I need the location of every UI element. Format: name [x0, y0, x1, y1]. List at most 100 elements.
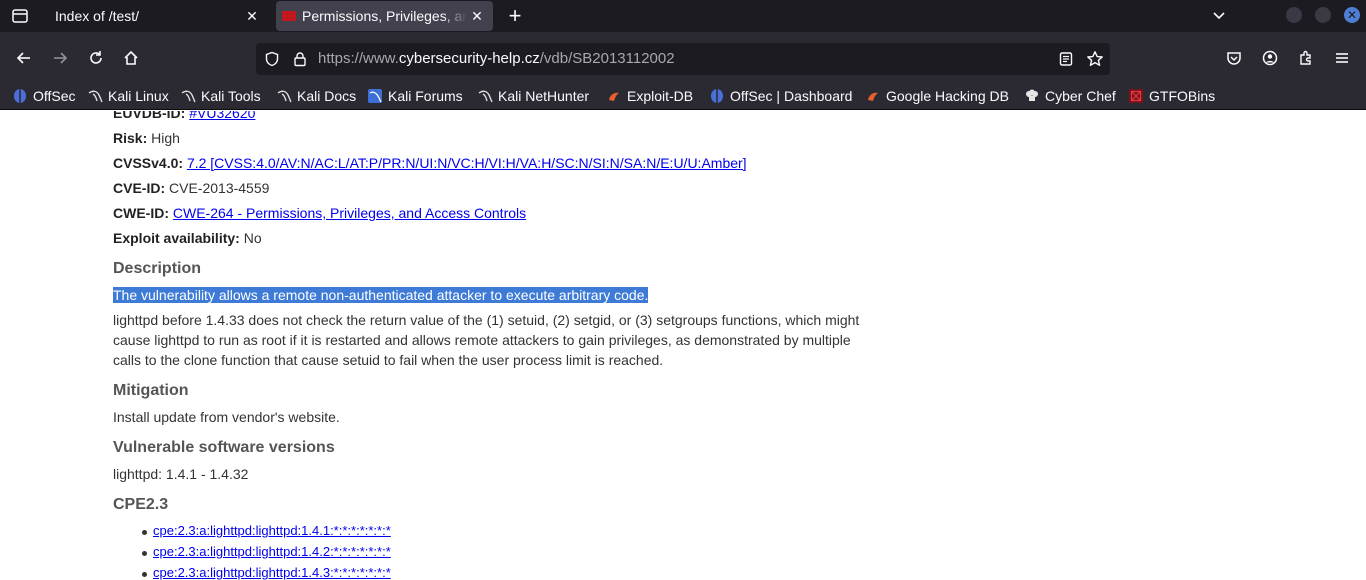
- risk-value: High: [151, 130, 180, 146]
- vulnerable-versions-heading: Vulnerable software versions: [113, 439, 335, 456]
- kali-dragon-icon: [87, 88, 103, 104]
- bookmark-kali-docs[interactable]: Kali Docs: [276, 85, 356, 107]
- euvdb-id-link[interactable]: #VU32620: [189, 111, 255, 121]
- exploit-db-icon: [865, 88, 881, 104]
- cvss-field: CVSSv4.0: 7.2 [CVSS:4.0/AV:N/AC:L/AT:P/P…: [113, 155, 747, 171]
- shield-icon[interactable]: [264, 51, 280, 67]
- vulnerable-versions-text: lighttpd: 1.4.1 - 1.4.32: [113, 466, 249, 482]
- hamburger-menu-icon[interactable]: [1330, 46, 1354, 70]
- bookmark-kali-linux[interactable]: Kali Linux: [87, 85, 169, 107]
- exploit-db-icon: [606, 88, 622, 104]
- tab-close-icon[interactable]: ✕: [467, 6, 487, 26]
- cpe-list-item: cpe:2.3:a:lighttpd:lighttpd:1.4.2:*:*:*:…: [153, 544, 391, 559]
- chef-hat-icon: [1024, 88, 1040, 104]
- bookmark-label: Kali Linux: [108, 88, 169, 104]
- bookmark-google-hacking-db[interactable]: Google Hacking DB: [865, 85, 1009, 107]
- chevron-down-icon[interactable]: [1208, 5, 1230, 27]
- field-label: CVE-ID:: [113, 180, 166, 196]
- tab-close-icon[interactable]: ✕: [242, 6, 262, 26]
- description-summary[interactable]: The vulnerability allows a remote non-au…: [113, 287, 649, 303]
- kali-dragon-icon: [180, 88, 196, 104]
- selected-text: The vulnerability allows a remote non-au…: [113, 287, 649, 303]
- back-arrow-icon[interactable]: [12, 46, 36, 70]
- reader-view-icon[interactable]: [1058, 51, 1074, 67]
- cpe-link[interactable]: cpe:2.3:a:lighttpd:lighttpd:1.4.1:*:*:*:…: [153, 523, 391, 538]
- cve-id-field: CVE-ID: CVE-2013-4559: [113, 180, 269, 196]
- bookmark-cyber-chef[interactable]: Cyber Chef: [1024, 85, 1116, 107]
- close-window-button[interactable]: ✕: [1344, 7, 1360, 23]
- field-label: CVSSv4.0:: [113, 155, 184, 171]
- kali-forums-icon: [367, 88, 383, 104]
- field-label: EUVDB-ID:: [113, 111, 186, 121]
- cwe-id-link[interactable]: CWE-264 - Permissions, Privileges, and A…: [173, 205, 526, 221]
- tab-list-icon: [12, 9, 28, 23]
- new-tab-plus-icon[interactable]: +: [503, 3, 527, 28]
- offsec-icon: [12, 88, 28, 104]
- list-bullet: [142, 572, 147, 577]
- bookmark-star-icon[interactable]: [1086, 50, 1104, 68]
- bookmark-label: OffSec: [33, 88, 76, 104]
- bookmark-kali-tools[interactable]: Kali Tools: [180, 85, 261, 107]
- bookmark-kali-forums[interactable]: Kali Forums: [367, 85, 463, 107]
- tab-title: Permissions, Privileges, and Access Cont…: [302, 8, 467, 24]
- home-icon[interactable]: [119, 46, 143, 70]
- tab-list-button[interactable]: [8, 4, 32, 28]
- lock-icon[interactable]: [292, 51, 308, 67]
- exploit-availability-value: No: [243, 230, 262, 246]
- description-heading: Description: [113, 260, 202, 277]
- mitigation-heading: Mitigation: [113, 382, 189, 399]
- bookmark-offsec[interactable]: OffSec: [12, 85, 76, 107]
- forward-arrow-icon[interactable]: [48, 46, 72, 70]
- url-path: /vdb/SB2013112002: [539, 50, 675, 67]
- tab-strip: Index of /test/ ✕ Permissions, Privilege…: [0, 0, 1366, 32]
- account-icon[interactable]: [1258, 46, 1282, 70]
- url-prefix: https://www.: [318, 50, 399, 67]
- bookmark-label: Kali Tools: [201, 88, 261, 104]
- field-label: CWE-ID:: [113, 205, 169, 221]
- field-label: Exploit availability:: [113, 230, 240, 246]
- cpe-link[interactable]: cpe:2.3:a:lighttpd:lighttpd:1.4.3:*:*:*:…: [153, 565, 391, 580]
- field-label: Risk:: [113, 130, 148, 146]
- cve-id-value: CVE-2013-4559: [169, 180, 270, 196]
- page-content: EUVDB-ID: #VU32620 Risk: High CVSSv4.0: …: [0, 111, 1366, 580]
- tab-title: Index of /test/: [55, 8, 140, 24]
- list-bullet: [142, 551, 147, 556]
- cwe-id-field: CWE-ID: CWE-264 - Permissions, Privilege…: [113, 205, 526, 221]
- pocket-icon[interactable]: [1222, 46, 1246, 70]
- bookmark-kali-nethunter[interactable]: Kali NetHunter: [477, 85, 589, 107]
- bookmark-label: Kali NetHunter: [498, 88, 590, 104]
- euvdb-id-field: EUVDB-ID: #VU32620: [113, 111, 255, 121]
- url-text[interactable]: https://www.cybersecurity-help.cz/vdb/SB…: [318, 50, 675, 67]
- url-host: cybersecurity-help.cz: [398, 50, 540, 67]
- kali-dragon-icon: [276, 88, 292, 104]
- bookmark-exploit-db[interactable]: Exploit-DB: [606, 85, 693, 107]
- list-bullet: [142, 530, 147, 535]
- mitigation-text: Install update from vendor's website.: [113, 409, 340, 425]
- bookmark-label: OffSec | Dashboard: [730, 88, 853, 104]
- cpe-list-item: cpe:2.3:a:lighttpd:lighttpd:1.4.3:*:*:*:…: [153, 565, 391, 580]
- minimize-button[interactable]: [1286, 7, 1302, 23]
- bookmark-label: GTFOBins: [1149, 88, 1216, 104]
- cpe-link[interactable]: cpe:2.3:a:lighttpd:lighttpd:1.4.2:*:*:*:…: [153, 544, 391, 559]
- kali-dragon-icon: [477, 88, 493, 104]
- bookmark-label: Google Hacking DB: [886, 88, 1009, 104]
- bookmark-label: Exploit-DB: [627, 88, 694, 104]
- tab-permissions[interactable]: Permissions, Privileges, and Access Cont…: [276, 1, 493, 31]
- offsec-icon: [709, 88, 725, 104]
- bookmark-offsec-dashboard[interactable]: OffSec | Dashboard: [709, 85, 852, 107]
- reload-icon[interactable]: [84, 46, 108, 70]
- bookmark-label: Kali Forums: [388, 88, 463, 104]
- maximize-button[interactable]: [1315, 7, 1331, 23]
- cpe-heading: CPE2.3: [113, 496, 169, 513]
- cpe-list-item: cpe:2.3:a:lighttpd:lighttpd:1.4.1:*:*:*:…: [153, 523, 391, 538]
- flag-favicon-icon: [282, 11, 296, 21]
- extensions-icon[interactable]: [1294, 46, 1318, 70]
- description-body: lighttpd before 1.4.33 does not check th…: [113, 312, 860, 368]
- gtfobins-icon: [1128, 88, 1144, 104]
- bookmarks-toolbar: OffSec Kali Linux Kali Tools Kali Docs K…: [0, 84, 1366, 110]
- cvss-link[interactable]: 7.2 [CVSS:4.0/AV:N/AC:L/AT:P/PR:N/UI:N/V…: [187, 155, 747, 171]
- bookmark-label: Cyber Chef: [1045, 88, 1116, 104]
- tab-index-test[interactable]: Index of /test/ ✕: [40, 1, 268, 31]
- exploit-availability-field: Exploit availability: No: [113, 230, 262, 246]
- bookmark-gtfobins[interactable]: GTFOBins: [1128, 85, 1215, 107]
